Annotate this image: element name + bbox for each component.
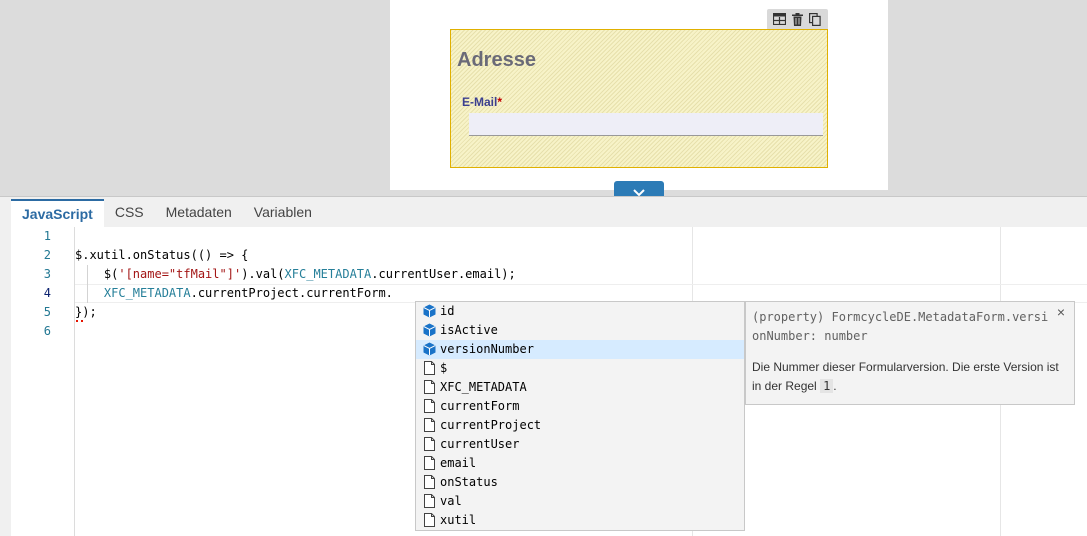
error-squiggle <box>76 319 83 322</box>
suggestion-item[interactable]: isActive <box>416 321 744 340</box>
suggestion-item[interactable]: currentUser <box>416 435 744 454</box>
code-line: $.xutil.onStatus(() => { <box>75 248 249 262</box>
text-document-icon <box>424 437 435 451</box>
suggestion-item[interactable]: currentProject <box>416 416 744 435</box>
address-fieldset[interactable]: Adresse E-Mail* <box>450 29 828 168</box>
line-number: 3 <box>43 267 51 281</box>
suggestion-label: email <box>440 456 477 470</box>
fieldset-title: Adresse <box>457 49 536 71</box>
text-document-icon <box>424 380 435 394</box>
line-number: 6 <box>43 324 51 338</box>
suggest-widget[interactable]: id isActive versionNumber $ XFC_METADATAcurr… <box>415 301 745 531</box>
suggestion-label: currentProject <box>440 418 542 432</box>
app-root: Adresse E-Mail* JavaScript CSS Metadaten… <box>0 0 1087 536</box>
code-line: XFC_METADATA.currentProject.currentForm. <box>75 284 393 303</box>
tab-variablen[interactable]: Variablen <box>243 199 323 227</box>
line-number: 2 <box>43 248 51 262</box>
tab-javascript[interactable]: JavaScript <box>11 199 104 227</box>
details-doc-text: Die Nummer dieser Formularversion. Die e… <box>752 360 1059 393</box>
suggestion-label: id <box>440 304 455 318</box>
email-label: E-Mail* <box>462 95 502 109</box>
text-document-icon <box>424 361 435 375</box>
close-icon[interactable]: × <box>1057 304 1065 320</box>
suggestion-item[interactable]: $ <box>416 359 744 378</box>
suggestion-label: currentForm <box>440 399 520 413</box>
text-document-icon <box>424 513 435 527</box>
line-number: 4 <box>43 286 51 300</box>
code-token: ).val( <box>241 267 285 281</box>
email-input[interactable] <box>469 113 823 136</box>
suggestion-label: currentUser <box>440 437 520 451</box>
layout-icon[interactable] <box>773 12 787 26</box>
suggestion-item[interactable]: currentForm <box>416 397 744 416</box>
suggestion-item[interactable]: id <box>416 302 744 321</box>
tab-metadaten[interactable]: Metadaten <box>155 199 243 227</box>
email-label-text: E-Mail <box>462 95 498 109</box>
property-icon <box>423 342 436 356</box>
details-doc-end: . <box>833 379 837 393</box>
code-identifier: XFC_METADATA <box>284 267 372 281</box>
required-mark: * <box>497 95 503 109</box>
code-identifier: XFC_METADATA <box>103 286 191 300</box>
suggestion-item[interactable]: onStatus <box>416 473 744 492</box>
suggestion-list: id isActive versionNumber $ XFC_METADATAcurr… <box>416 302 744 530</box>
suggestion-item[interactable]: email <box>416 454 744 473</box>
code-line: $('[name="tfMail"]').val(XFC_METADATA.cu… <box>75 265 516 284</box>
text-document-icon <box>424 399 435 413</box>
code-token: .currentUser.email); <box>371 267 516 281</box>
suggestion-label: isActive <box>440 323 498 337</box>
suggestion-item[interactable]: xutil <box>416 511 744 530</box>
element-toolbar <box>767 9 828 29</box>
code-string: '[name="tfMail"]' <box>118 267 242 281</box>
line-number: 1 <box>43 229 51 243</box>
text-document-icon <box>424 418 435 432</box>
collapse-panel-button[interactable] <box>614 181 664 197</box>
editor-tabs: JavaScript CSS Metadaten Variablen <box>11 199 323 227</box>
suggestion-label: versionNumber <box>440 342 534 356</box>
suggestion-label: val <box>440 494 462 508</box>
property-icon <box>423 304 436 318</box>
details-doc-code: 1 <box>820 379 834 393</box>
text-document-icon <box>424 494 435 508</box>
text-document-icon <box>424 456 435 470</box>
text-document-icon <box>424 475 435 489</box>
suggestion-label: XFC_METADATA <box>440 380 527 394</box>
details-signature: (property) FormcycleDE.MetadataForm.vers… <box>752 310 1049 343</box>
trash-icon[interactable] <box>790 12 804 26</box>
line-number: 5 <box>43 305 51 319</box>
suggestion-item[interactable]: versionNumber <box>416 340 744 359</box>
code-token: $( <box>75 267 119 281</box>
property-icon <box>423 323 436 337</box>
suggestion-item[interactable]: val <box>416 492 744 511</box>
line-number-gutter: 1 2 3 4 5 6 <box>11 227 75 536</box>
suggest-details: × (property) FormcycleDE.MetadataForm.ve… <box>745 301 1075 405</box>
suggestion-item[interactable]: XFC_METADATA <box>416 378 744 397</box>
suggestion-label: xutil <box>440 513 477 527</box>
copy-icon[interactable] <box>808 12 822 26</box>
suggestion-label: onStatus <box>440 475 498 489</box>
tab-css[interactable]: CSS <box>104 199 155 227</box>
suggestion-label: $ <box>440 361 448 375</box>
details-documentation: Die Nummer dieser Formularversion. Die e… <box>752 358 1068 396</box>
code-token: .currentProject.currentForm. <box>190 286 393 300</box>
